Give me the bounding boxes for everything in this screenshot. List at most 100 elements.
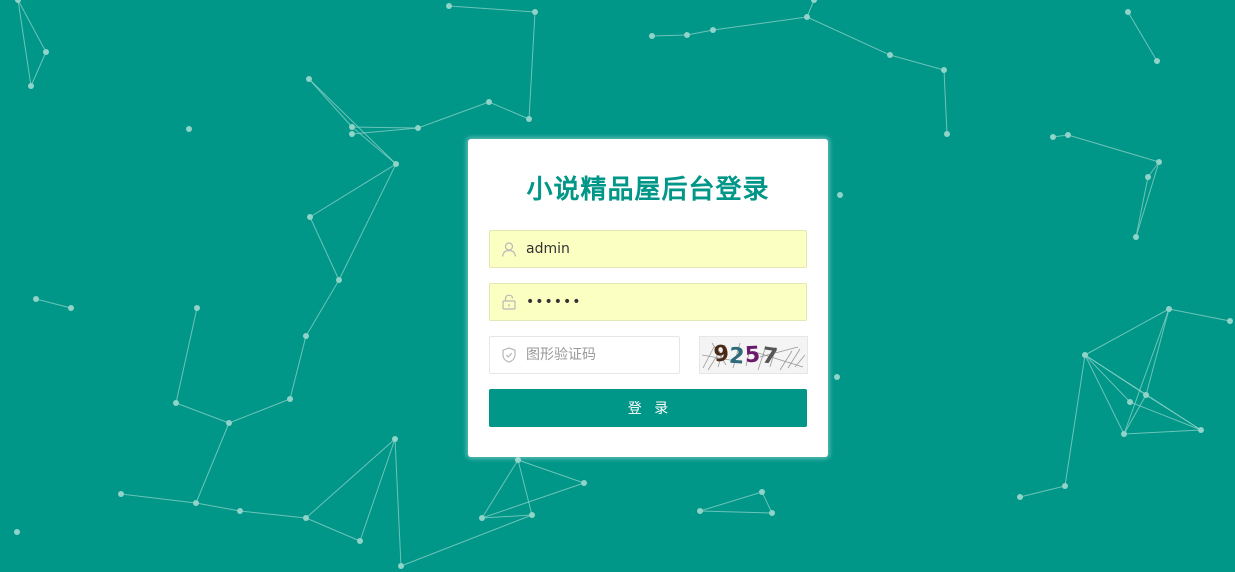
particle-dot xyxy=(710,27,716,33)
username-field[interactable] xyxy=(489,230,807,268)
password-field[interactable] xyxy=(489,283,807,321)
particle-dot xyxy=(1145,174,1151,180)
particle-dot xyxy=(1062,483,1068,489)
particle-link xyxy=(175,307,198,404)
particle-dot xyxy=(14,529,20,535)
particle-dot xyxy=(834,374,840,380)
particle-link xyxy=(1145,308,1170,396)
particle-dot xyxy=(15,0,21,3)
particle-link xyxy=(394,438,402,567)
particle-dot xyxy=(804,14,810,20)
password-input[interactable] xyxy=(526,284,796,320)
particle-link xyxy=(1064,354,1086,487)
captcha-graphic: 9 2 5 7 xyxy=(701,341,806,371)
particle-dot xyxy=(357,538,363,544)
particle-dot xyxy=(1082,352,1088,358)
particle-link xyxy=(175,402,230,424)
particle-link xyxy=(1084,354,1125,435)
particle-link xyxy=(1135,176,1149,238)
particle-link xyxy=(30,51,47,87)
particle-dot xyxy=(306,76,312,82)
particle-dot xyxy=(837,192,843,198)
particle-link xyxy=(308,78,397,165)
particle-link xyxy=(351,126,397,165)
particle-dot xyxy=(486,99,492,105)
particle-dot xyxy=(649,33,655,39)
particle-dot xyxy=(1133,234,1139,240)
particle-dot xyxy=(307,214,313,220)
particle-link xyxy=(488,101,530,120)
particle-dot xyxy=(398,563,404,569)
particle-dot xyxy=(529,512,535,518)
particle-dot xyxy=(479,515,485,521)
particle-link xyxy=(889,54,945,71)
captcha-char: 2 xyxy=(728,344,745,370)
particle-dot xyxy=(1121,431,1127,437)
particle-dot xyxy=(392,436,398,442)
particle-link xyxy=(351,126,419,129)
particle-link xyxy=(195,502,241,512)
particle-dot xyxy=(349,131,355,137)
particle-dot xyxy=(811,0,817,3)
captcha-input[interactable] xyxy=(526,337,671,373)
particle-link xyxy=(699,510,773,514)
particle-link xyxy=(481,459,519,519)
particle-link xyxy=(1123,429,1202,435)
captcha-char: 5 xyxy=(744,342,761,368)
particle-link xyxy=(761,491,773,514)
particle-dot xyxy=(1143,392,1149,398)
particle-dot xyxy=(526,116,532,122)
captcha-field[interactable] xyxy=(489,336,680,374)
particle-dot xyxy=(193,500,199,506)
particle-dot xyxy=(43,49,49,55)
particle-dot xyxy=(118,491,124,497)
particle-dot xyxy=(1125,9,1131,15)
particle-dot xyxy=(1166,306,1172,312)
particle-dot xyxy=(237,508,243,514)
particle-link xyxy=(1067,134,1160,163)
particle-dot xyxy=(415,125,421,131)
particle-link xyxy=(1084,308,1170,356)
particle-dot xyxy=(1065,132,1071,138)
particle-link xyxy=(239,510,307,519)
particle-link xyxy=(1145,394,1202,431)
captcha-image[interactable]: 9 2 5 7 xyxy=(699,336,808,374)
login-title: 小说精品屋后台登录 xyxy=(526,175,770,205)
particle-link xyxy=(417,101,490,129)
particle-dot xyxy=(1156,159,1162,165)
particle-link xyxy=(1129,401,1202,431)
particle-dot xyxy=(769,510,775,516)
particle-dot xyxy=(303,333,309,339)
particle-dot xyxy=(1050,134,1056,140)
particle-link xyxy=(400,514,533,567)
particle-link xyxy=(305,279,340,337)
particle-link xyxy=(1135,161,1160,238)
particle-dot xyxy=(68,305,74,311)
particle-dot xyxy=(446,3,452,9)
particle-dot xyxy=(336,277,342,283)
particle-dot xyxy=(941,67,947,73)
user-icon xyxy=(501,242,517,257)
login-button[interactable]: 登 录 xyxy=(489,389,807,427)
particle-link xyxy=(228,398,291,424)
particle-dot xyxy=(581,480,587,486)
particle-dot xyxy=(1127,399,1133,405)
particle-link xyxy=(517,459,585,484)
particle-dot xyxy=(186,126,192,132)
particle-dot xyxy=(173,400,179,406)
particle-link xyxy=(1084,354,1131,403)
particle-link xyxy=(1127,11,1158,62)
particle-link xyxy=(712,16,808,31)
particle-link xyxy=(806,16,891,56)
username-input[interactable] xyxy=(526,231,796,267)
particle-link xyxy=(943,69,948,135)
shield-check-icon xyxy=(502,347,516,363)
particle-dot xyxy=(194,305,200,311)
particle-link xyxy=(1019,485,1066,498)
particle-link xyxy=(120,493,197,504)
particle-dot xyxy=(887,52,893,58)
particle-dot xyxy=(684,32,690,38)
particle-link xyxy=(651,34,688,37)
particle-dot xyxy=(759,489,765,495)
particle-link xyxy=(309,216,340,281)
